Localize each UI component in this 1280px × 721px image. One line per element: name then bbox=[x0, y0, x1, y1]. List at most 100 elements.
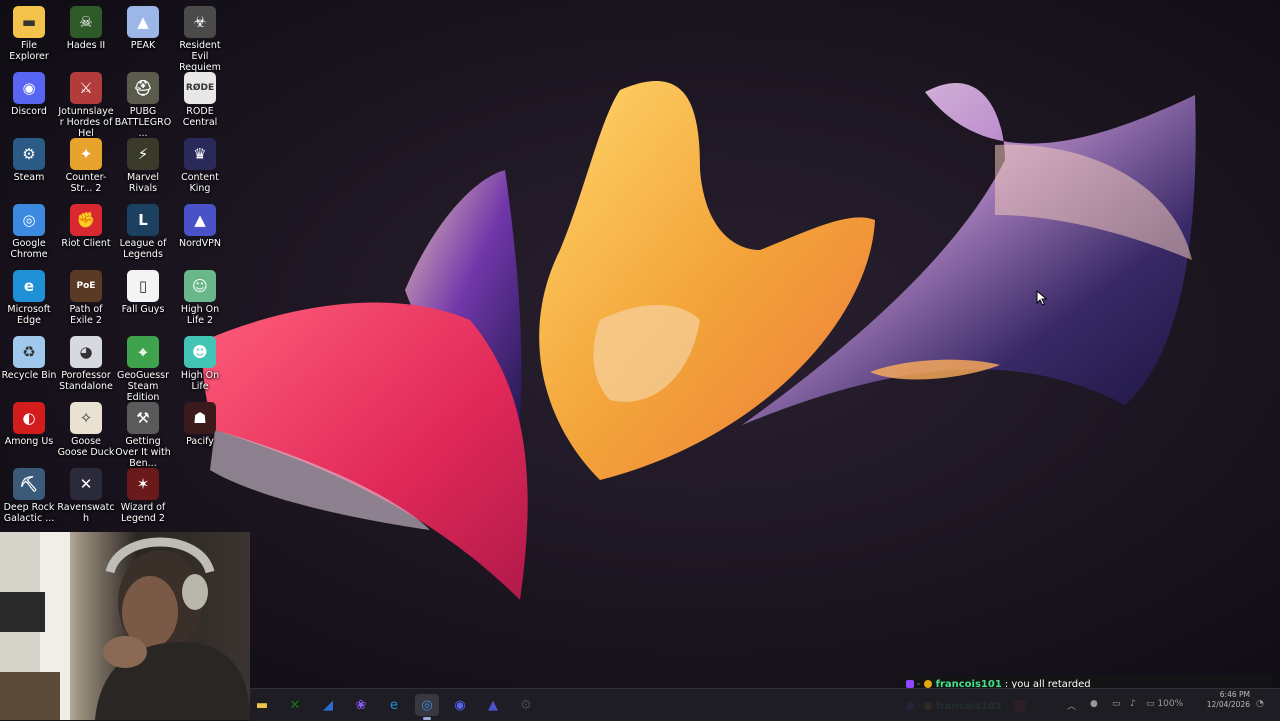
porofessor-icon: ◕ bbox=[70, 336, 102, 368]
pacify-icon: ☗ bbox=[184, 402, 216, 434]
desktop-icon-grid: ▬ File Explorer ☠ Hades II ▲ PEAK ☣ Resident Ev… bbox=[0, 0, 232, 530]
desktop-icon-jotunnslayer[interactable]: ⚔ Jotunnslayer Hordes of Hel bbox=[57, 70, 115, 139]
webcam-person-image bbox=[0, 532, 250, 720]
path-of-exile-icon: PoE bbox=[70, 270, 102, 302]
file-explorer-taskbar-icon[interactable]: ▬ bbox=[250, 694, 274, 716]
desktop-icon-ravenswatch[interactable]: ✕ Ravenswatch bbox=[57, 466, 115, 530]
desktop-icon-label: Ravenswatch bbox=[57, 502, 115, 524]
mic-icon[interactable]: ● bbox=[1090, 699, 1098, 709]
chrome-taskbar-icon[interactable]: ◎ bbox=[415, 694, 439, 720]
desktop-icon-label: Microsoft Edge bbox=[7, 304, 51, 326]
desktop-icon-label: Jotunnslayer Hordes of Hel bbox=[58, 106, 114, 139]
desktop-icon-geoguessr[interactable]: ⌖ GeoGuessr Steam Edition bbox=[114, 334, 172, 403]
nordvpn-taskbar-icon[interactable]: ▲ bbox=[481, 694, 505, 716]
volume-icon[interactable]: ♪ bbox=[1130, 699, 1136, 709]
edge-icon: e bbox=[13, 270, 45, 302]
desktop-icon-label: Porofessor Standalone bbox=[59, 370, 113, 392]
rode-icon: RØDE bbox=[184, 72, 216, 104]
desktop-icon-among-us[interactable]: ◐ Among Us bbox=[0, 400, 58, 464]
desktop-icon-counter-strike[interactable]: ✦ Counter-Str... 2 bbox=[57, 136, 115, 200]
ravenswatch-icon: ✕ bbox=[70, 468, 102, 500]
desktop-icon-label: Path of Exile 2 bbox=[69, 304, 103, 326]
desktop-icon-goose-goose-duck[interactable]: ✧ Goose Goose Duck bbox=[57, 400, 115, 464]
desktop-icon-deep-rock[interactable]: ⛏ Deep Rock Galactic ... bbox=[0, 466, 58, 530]
among-us-icon: ◐ bbox=[13, 402, 45, 434]
desktop-icon-porofessor[interactable]: ◕ Porofessor Standalone bbox=[57, 334, 115, 398]
desktop-icon-resident-evil[interactable]: ☣ Resident Evil Requiem bbox=[171, 4, 229, 73]
pubg-icon: ⛑ bbox=[127, 72, 159, 104]
notification-bell-icon[interactable]: ◔ bbox=[1256, 699, 1264, 709]
desktop-icon-rode[interactable]: RØDE RODE Central bbox=[171, 70, 229, 134]
desktop-icon-path-of-exile[interactable]: PoE Path of Exile 2 bbox=[57, 268, 115, 332]
resident-evil-icon: ☣ bbox=[184, 6, 216, 38]
marvel-rivals-icon: ⚡ bbox=[127, 138, 159, 170]
desktop-icon-fall-guys[interactable]: ▯ Fall Guys bbox=[114, 268, 172, 332]
xbox-taskbar-icon[interactable]: ✕ bbox=[283, 694, 307, 716]
content-king-icon: ♛ bbox=[184, 138, 216, 170]
desktop-icon-label: Deep Rock Galactic ... bbox=[3, 502, 55, 524]
discord-taskbar-icon[interactable]: ◉ bbox=[448, 694, 472, 716]
desktop-icon-riot-client[interactable]: ✊ Riot Client bbox=[57, 202, 115, 266]
desktop-icon-folder[interactable]: ▬ File Explorer bbox=[0, 4, 58, 68]
desktop-icon-label: Steam bbox=[13, 172, 45, 183]
battery-icon: ▭ bbox=[1146, 699, 1155, 709]
desktop-icon-high-on-life-2[interactable]: ☺ High On Life 2 bbox=[171, 268, 229, 332]
mouse-cursor-icon bbox=[1036, 290, 1048, 306]
desktop-icon-label: Resident Evil Requiem bbox=[179, 40, 221, 73]
desktop-icon-recycle-bin[interactable]: ♻ Recycle Bin bbox=[0, 334, 58, 398]
desktop-icon-label: Getting Over It with Ben... bbox=[115, 436, 171, 469]
goose-goose-duck-icon: ✧ bbox=[70, 402, 102, 434]
desktop-icon-steam[interactable]: ⚙ Steam bbox=[0, 136, 58, 200]
desktop-icon-label: High On Life 2 bbox=[180, 304, 220, 326]
system-clock[interactable]: 6:46 PM 12/04/2026 bbox=[1190, 690, 1250, 710]
folder-icon: ▬ bbox=[13, 6, 45, 38]
desktop-icon-marvel-rivals[interactable]: ⚡ Marvel Rivals bbox=[114, 136, 172, 200]
clock-date: 12/04/2026 bbox=[1206, 700, 1250, 709]
steam-taskbar-icon[interactable]: ⚙ bbox=[514, 694, 538, 716]
desktop-icon-peak[interactable]: ▲ PEAK bbox=[114, 4, 172, 68]
display-icon[interactable]: ▭ bbox=[1112, 699, 1121, 709]
desktop-icon-label: Discord bbox=[11, 106, 47, 117]
webcam-overlay bbox=[0, 532, 250, 720]
wizard-of-legend-icon: ✶ bbox=[127, 468, 159, 500]
desktop-icon-label: Marvel Rivals bbox=[126, 172, 160, 194]
desktop-icon-label: NordVPN bbox=[178, 238, 222, 249]
desktop-icon-label: Hades II bbox=[66, 40, 106, 51]
desktop-icon-discord[interactable]: ◉ Discord bbox=[0, 70, 58, 134]
nordvpn-icon: ▲ bbox=[184, 204, 216, 236]
desktop-icon-label: Among Us bbox=[4, 436, 54, 447]
discord-icon: ◉ bbox=[13, 72, 45, 104]
desktop-icon-label: Goose Goose Duck bbox=[57, 436, 115, 458]
high-on-life-2-icon: ☺ bbox=[184, 270, 216, 302]
desktop-icon-content-king[interactable]: ♛ Content King bbox=[171, 136, 229, 200]
edge-taskbar-icon[interactable]: e bbox=[382, 694, 406, 716]
peak-icon: ▲ bbox=[127, 6, 159, 38]
desktop-icon-hades[interactable]: ☠ Hades II bbox=[57, 4, 115, 68]
desktop-icon-label: High On Life bbox=[180, 370, 220, 392]
desktop-icon-high-on-life[interactable]: ☻ High On Life bbox=[171, 334, 229, 398]
copilot-taskbar-icon[interactable]: ❀ bbox=[349, 694, 373, 716]
league-icon: L bbox=[127, 204, 159, 236]
geoguessr-icon: ⌖ bbox=[127, 336, 159, 368]
desktop-icon-pubg[interactable]: ⛑ PUBG BATTLEGRO... bbox=[114, 70, 172, 139]
desktop-icon-label: Counter-Str... 2 bbox=[65, 172, 107, 194]
desktop-icon-pacify[interactable]: ☗ Pacify bbox=[171, 400, 229, 464]
jotunnslayer-icon: ⚔ bbox=[70, 72, 102, 104]
tray-overflow-chevron-icon[interactable]: ︿ bbox=[1067, 699, 1076, 712]
desktop-icon-label: Fall Guys bbox=[121, 304, 165, 315]
desktop-icon-nordvpn[interactable]: ▲ NordVPN bbox=[171, 202, 229, 266]
battery-status[interactable]: ▭ 100% bbox=[1146, 699, 1183, 709]
desktop-icon-wizard-of-legend[interactable]: ✶ Wizard of Legend 2 bbox=[114, 466, 172, 530]
desktop-icon-league[interactable]: L League of Legends bbox=[114, 202, 172, 266]
desktop-icon-edge[interactable]: e Microsoft Edge bbox=[0, 268, 58, 332]
counter-strike-icon: ✦ bbox=[70, 138, 102, 170]
desktop-icon-label: Recycle Bin bbox=[1, 370, 57, 381]
app-taskbar-icon[interactable]: ◢ bbox=[316, 694, 340, 716]
desktop-icon-chrome[interactable]: ◎ Google Chrome bbox=[0, 202, 58, 266]
desktop-icon-getting-over-it[interactable]: ⚒ Getting Over It with Ben... bbox=[114, 400, 172, 469]
riot-client-icon: ✊ bbox=[70, 204, 102, 236]
fall-guys-icon: ▯ bbox=[127, 270, 159, 302]
clock-time: 6:46 PM bbox=[1219, 690, 1250, 699]
desktop-icon-label: PUBG BATTLEGRO... bbox=[114, 106, 172, 139]
twitch-badge-icon bbox=[906, 680, 914, 688]
